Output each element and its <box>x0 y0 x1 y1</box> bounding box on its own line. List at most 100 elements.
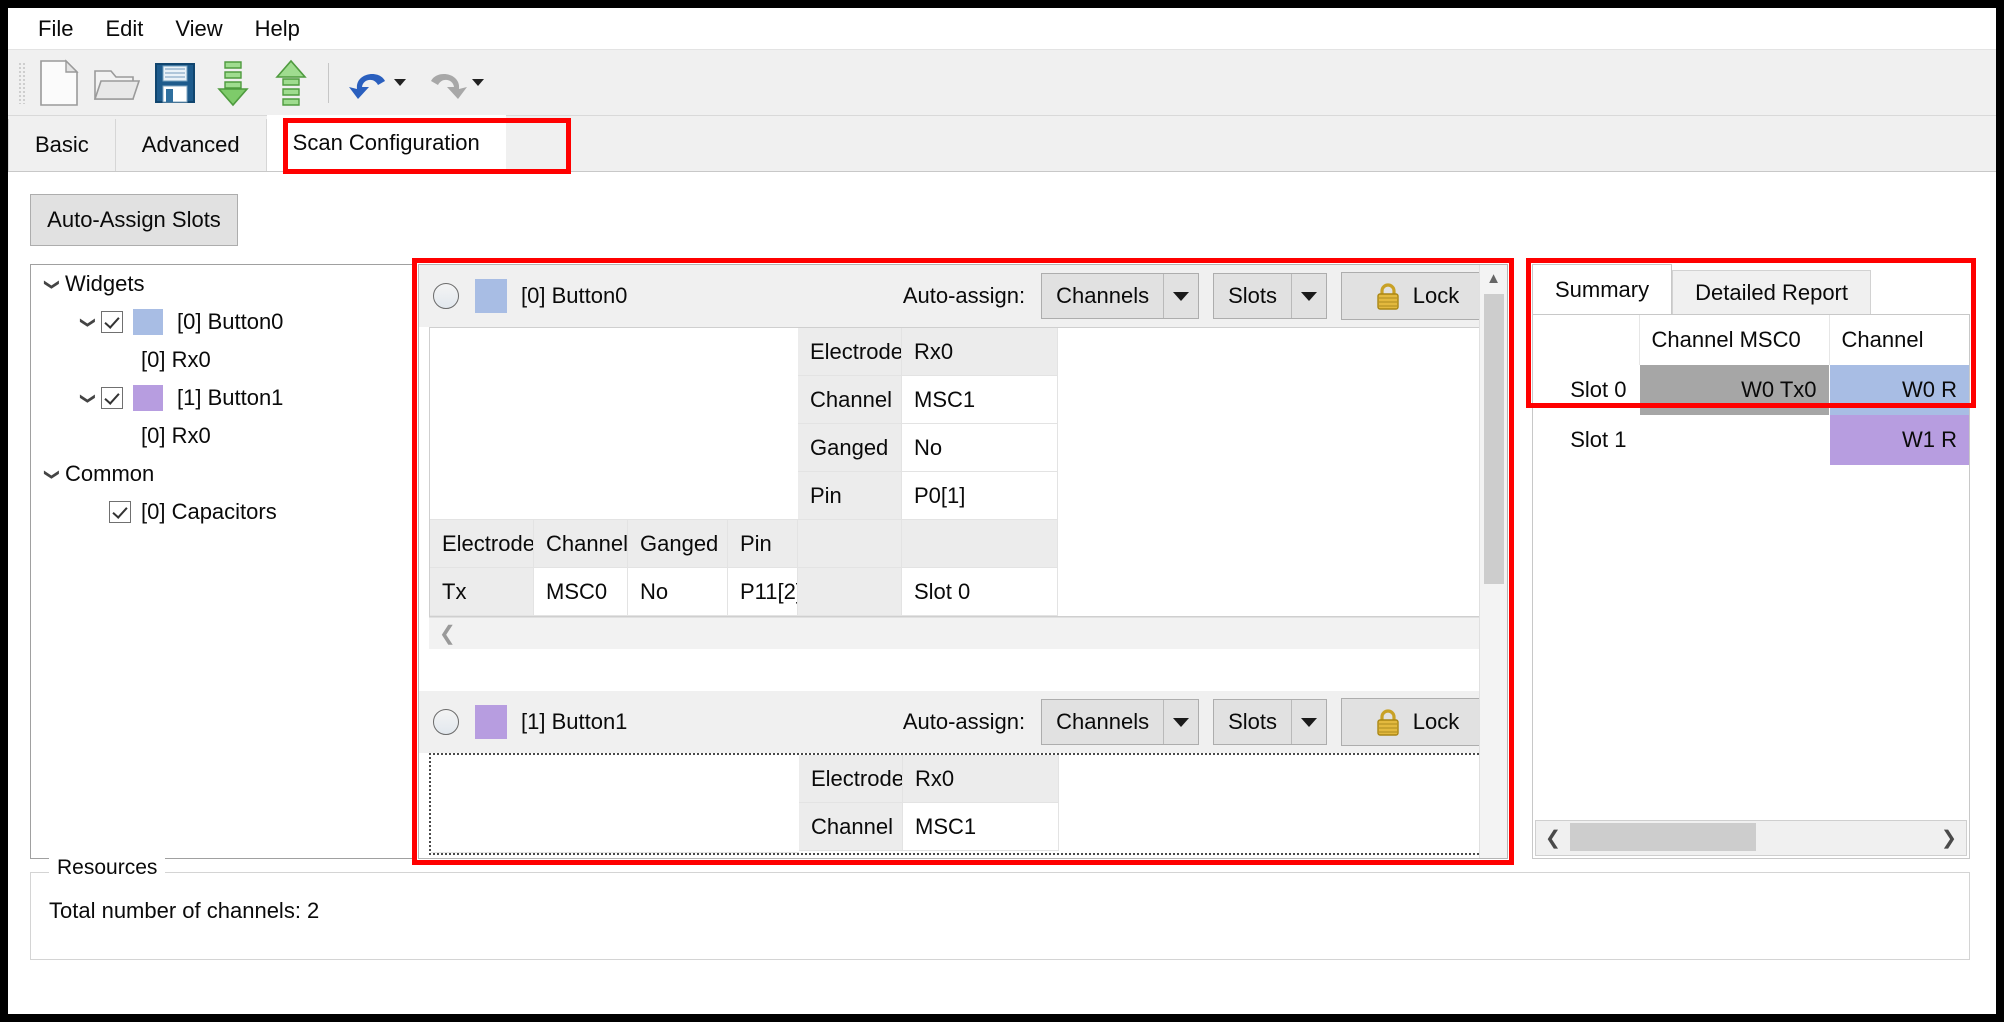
detail-value[interactable]: P0[1] <box>902 472 1058 520</box>
new-file-button[interactable] <box>30 55 88 111</box>
auto-assign-slots-button[interactable]: Auto-Assign Slots <box>30 194 238 246</box>
detail-row-slot[interactable]: Slot 0 <box>798 568 1058 616</box>
cell-slot0-msc0[interactable]: W0 Tx0 <box>1638 365 1829 415</box>
vertical-scrollbar-center[interactable]: ▲ <box>1479 265 1507 858</box>
tree-node-button1-rx0[interactable]: [0] Rx0 <box>31 417 413 455</box>
redo-button[interactable] <box>415 55 493 111</box>
column-header-channel[interactable]: Channel <box>534 520 628 568</box>
detail-row-ganged[interactable]: Ganged No <box>798 424 1058 472</box>
tab-advanced[interactable]: Advanced <box>115 119 267 171</box>
channels-dropdown-button0[interactable]: Channels <box>1041 273 1200 319</box>
import-button[interactable] <box>204 55 262 111</box>
cell-electrode[interactable]: Tx <box>430 568 534 616</box>
tree-checkbox-button1[interactable] <box>101 387 123 409</box>
menu-item-edit[interactable]: Edit <box>89 12 159 46</box>
table-row[interactable]: Tx MSC0 No P11[2] <box>430 568 798 616</box>
cell-channel[interactable]: MSC0 <box>534 568 628 616</box>
menu-item-view[interactable]: View <box>159 12 238 46</box>
lock-button-label: Lock <box>1412 283 1460 308</box>
scroll-left-arrow-icon[interactable]: ❮ <box>439 621 456 646</box>
menu-item-help[interactable]: Help <box>239 12 316 46</box>
detail-row-channel[interactable]: Channel MSC1 <box>798 376 1058 424</box>
scrollbar-track[interactable] <box>1570 821 1932 855</box>
scroll-right-arrow-icon[interactable]: ❯ <box>1932 827 1966 850</box>
export-button[interactable] <box>262 55 320 111</box>
detail-row-channel[interactable]: Channel MSC1 <box>799 803 1059 851</box>
chevron-down-icon[interactable] <box>1292 717 1326 727</box>
cell-pin[interactable]: P11[2] <box>728 568 798 616</box>
save-button[interactable] <box>146 55 204 111</box>
undo-dropdown-arrow-icon[interactable] <box>393 79 406 86</box>
detail-value[interactable]: Rx0 <box>902 328 1058 376</box>
cell-ganged[interactable]: No <box>628 568 728 616</box>
new-file-icon <box>40 58 79 106</box>
chevron-down-icon[interactable]: ❯ <box>80 385 97 411</box>
channels-dropdown-label: Channels <box>1056 283 1150 308</box>
application-window: File Edit View Help Basic Advanced Scan … <box>8 8 1996 1014</box>
chevron-down-icon[interactable] <box>1292 291 1326 301</box>
horizontal-scrollbar-report[interactable]: ❮ ❯ <box>1535 820 1967 856</box>
tab-summary[interactable]: Summary <box>1532 264 1673 314</box>
undo-button[interactable] <box>337 55 415 111</box>
detail-row-electrode[interactable]: Electrode Rx0 <box>798 328 1058 376</box>
widget-tree[interactable]: ❯ Widgets ❯ [0] Button0 [0] Rx0 ❯ [1] Bu… <box>30 264 414 859</box>
tree-checkbox-button0[interactable] <box>101 311 123 333</box>
detail-value[interactable]: Rx0 <box>903 755 1059 803</box>
tree-node-button1[interactable]: ❯ [1] Button1 <box>31 379 413 417</box>
open-folder-button[interactable] <box>88 55 146 111</box>
widget-grid-button0: Electrode Channel Ganged Pin Tx MSC0 No … <box>419 327 1507 649</box>
horizontal-scrollbar-button0[interactable]: ❮ ❯ <box>429 617 1507 649</box>
column-header-ganged[interactable]: Ganged <box>628 520 728 568</box>
toolbar-grip[interactable] <box>18 61 26 104</box>
detail-key: Pin <box>798 472 902 520</box>
table-header-row: Channel MSC0 Channel <box>1533 315 1969 365</box>
scroll-up-arrow-icon[interactable]: ▲ <box>1486 265 1501 292</box>
cell-slot1-msc0[interactable] <box>1638 415 1829 465</box>
chevron-down-icon[interactable]: ❯ <box>80 309 97 335</box>
slots-dropdown-button1[interactable]: Slots <box>1213 699 1327 745</box>
cell-slot0-channel[interactable]: W0 R <box>1828 365 1969 415</box>
cell-slot[interactable]: Slot 0 <box>902 568 1058 616</box>
table-row[interactable]: Slot 1 W1 R <box>1533 415 1969 465</box>
tab-scan-configuration[interactable]: Scan Configuration <box>266 115 506 171</box>
tree-checkbox-capacitors[interactable] <box>109 501 131 523</box>
tree-node-widgets[interactable]: ❯ Widgets <box>31 265 413 303</box>
row-header-slot1: Slot 1 <box>1533 415 1639 465</box>
column-header-pin[interactable]: Pin <box>728 520 798 568</box>
lock-button-button1[interactable]: Lock <box>1341 698 1493 746</box>
lock-button-button0[interactable]: Lock <box>1341 272 1493 320</box>
menu-item-file[interactable]: File <box>22 12 89 46</box>
tree-node-capacitors[interactable]: [0] Capacitors <box>31 493 413 531</box>
channels-dropdown-button1[interactable]: Channels <box>1041 699 1200 745</box>
column-header-electrode[interactable]: Electrode <box>430 520 534 568</box>
scrollbar-thumb[interactable] <box>1570 823 1756 851</box>
grid-box[interactable]: Electrode Channel Ganged Pin Tx MSC0 No … <box>429 327 1507 617</box>
column-header-channel-msc0[interactable]: Channel MSC0 <box>1638 315 1829 365</box>
column-header-channel[interactable]: Channel <box>1828 315 1969 365</box>
tab-basic[interactable]: Basic <box>8 119 116 171</box>
report-panel: Summary Detailed Report Channel MSC0 Cha… <box>1532 264 1970 859</box>
chevron-down-icon[interactable]: ❯ <box>44 271 61 297</box>
tree-node-common[interactable]: ❯ Common <box>31 455 413 493</box>
redo-dropdown-arrow-icon[interactable] <box>471 79 484 86</box>
detail-row-electrode[interactable]: Electrode Rx0 <box>799 755 1059 803</box>
detail-value[interactable]: MSC1 <box>902 376 1058 424</box>
scrollbar-thumb[interactable] <box>1483 294 1504 584</box>
slots-dropdown-button0[interactable]: Slots <box>1213 273 1327 319</box>
detail-row-pin[interactable]: Pin P0[1] <box>798 472 1058 520</box>
radio-button-button0[interactable] <box>433 283 459 309</box>
radio-button-button1[interactable] <box>433 709 459 735</box>
detail-value[interactable]: No <box>902 424 1058 472</box>
grid-box[interactable]: Electrode Rx0 Channel MSC1 <box>429 753 1507 855</box>
chevron-down-icon[interactable] <box>1164 717 1198 727</box>
scroll-left-arrow-icon[interactable]: ❮ <box>1536 827 1570 850</box>
table-row[interactable]: Slot 0 W0 Tx0 W0 R <box>1533 365 1969 415</box>
detail-value[interactable]: MSC1 <box>903 803 1059 851</box>
chevron-down-icon[interactable] <box>1164 291 1198 301</box>
tree-node-button0-rx0[interactable]: [0] Rx0 <box>31 341 413 379</box>
group-border <box>31 872 49 873</box>
tab-detailed-report[interactable]: Detailed Report <box>1672 270 1871 314</box>
cell-slot1-channel[interactable]: W1 R <box>1828 415 1969 465</box>
tree-node-button0[interactable]: ❯ [0] Button0 <box>31 303 413 341</box>
chevron-down-icon[interactable]: ❯ <box>44 461 61 487</box>
